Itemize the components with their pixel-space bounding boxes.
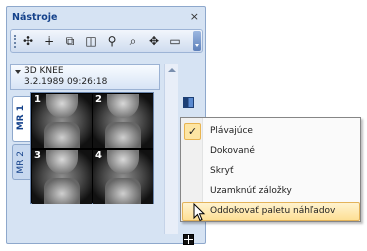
- femur-image: [46, 94, 78, 118]
- thumbnail-grid: 1 2 3 4: [30, 92, 154, 204]
- tibia-image: [105, 178, 141, 204]
- close-icon[interactable]: ×: [190, 10, 199, 23]
- thumbnail-number: 1: [34, 94, 41, 105]
- study-header[interactable]: 3D KNEE 3.2.1989 09:26:18: [10, 64, 160, 90]
- femur-image: [107, 94, 139, 118]
- menu-item-hide[interactable]: Skryť: [182, 162, 360, 181]
- move-pan-icon[interactable]: ✣: [21, 33, 35, 49]
- tibia-image: [105, 122, 141, 148]
- tab-mr2[interactable]: MR 2: [12, 144, 30, 180]
- tools-toolbar: ✣ ∔ ⧉ ◫ ⚲ ⌕ ✥ ▭: [10, 29, 203, 53]
- copy-icon[interactable]: ⧉: [63, 33, 77, 49]
- menu-item-floating[interactable]: ✓ Plávajúce: [182, 122, 360, 141]
- thumbnail-knee[interactable]: 1: [32, 94, 92, 148]
- compare-icon[interactable]: ◫: [84, 33, 98, 49]
- checkmark-icon: ✓: [184, 123, 201, 140]
- thumbnail-number: 2: [95, 94, 102, 105]
- scroll-up-icon[interactable]: [168, 68, 176, 72]
- overlay-icon[interactable]: ▭: [168, 33, 182, 49]
- tibia-image: [44, 178, 80, 204]
- thumbnail-knee[interactable]: 3: [32, 150, 92, 204]
- toolbar-grip[interactable]: [14, 35, 16, 48]
- tab-label: MR 1: [16, 105, 26, 131]
- menu-item-undock-thumbnail-palette[interactable]: Oddokovať paletu náhľadov: [182, 202, 360, 221]
- collapse-arrow-icon[interactable]: [15, 70, 21, 74]
- dock-layout-icon[interactable]: [183, 97, 194, 108]
- toolbar-overflow-button[interactable]: [193, 31, 201, 51]
- panel-title: Nástroje: [12, 12, 58, 23]
- thumbnail-knee[interactable]: 2: [93, 94, 153, 148]
- tibia-image: [44, 122, 80, 148]
- menu-item-label: Uzamknúť záložky: [210, 186, 292, 196]
- zoom-icon[interactable]: ⚲: [105, 33, 119, 49]
- menu-item-label: Dokované: [210, 146, 255, 156]
- window-level-icon[interactable]: ∔: [42, 33, 56, 49]
- thumbnail-number: 4: [95, 150, 102, 161]
- thumbnail-knee[interactable]: 4: [93, 150, 153, 204]
- tab-label: MR 2: [16, 151, 26, 174]
- grid-layout-icon[interactable]: [183, 234, 194, 245]
- menu-item-docked[interactable]: Dokované: [182, 142, 360, 161]
- femur-image: [107, 150, 139, 174]
- thumbnail-scrollbar[interactable]: [164, 64, 178, 234]
- context-menu: ✓ Plávajúce Dokované Skryť Uzamknúť zálo…: [180, 117, 361, 222]
- thumbnail-number: 3: [34, 150, 41, 161]
- femur-image: [46, 150, 78, 174]
- crosshair-icon[interactable]: ✥: [147, 33, 161, 49]
- menu-item-label: Plávajúce: [210, 126, 253, 136]
- menu-item-label: Oddokovať paletu náhľadov: [210, 206, 336, 216]
- study-date: 3.2.1989 09:26:18: [24, 77, 108, 87]
- zoom-region-icon[interactable]: ⌕: [126, 33, 140, 49]
- panel-titlebar[interactable]: Nástroje ×: [7, 7, 205, 27]
- study-name: 3D KNEE: [24, 66, 64, 76]
- mouse-pointer-icon: [193, 203, 206, 222]
- menu-item-label: Skryť: [210, 166, 234, 176]
- tab-mr1[interactable]: MR 1: [12, 96, 30, 142]
- menu-item-lock-tabs[interactable]: Uzamknúť záložky: [182, 182, 360, 201]
